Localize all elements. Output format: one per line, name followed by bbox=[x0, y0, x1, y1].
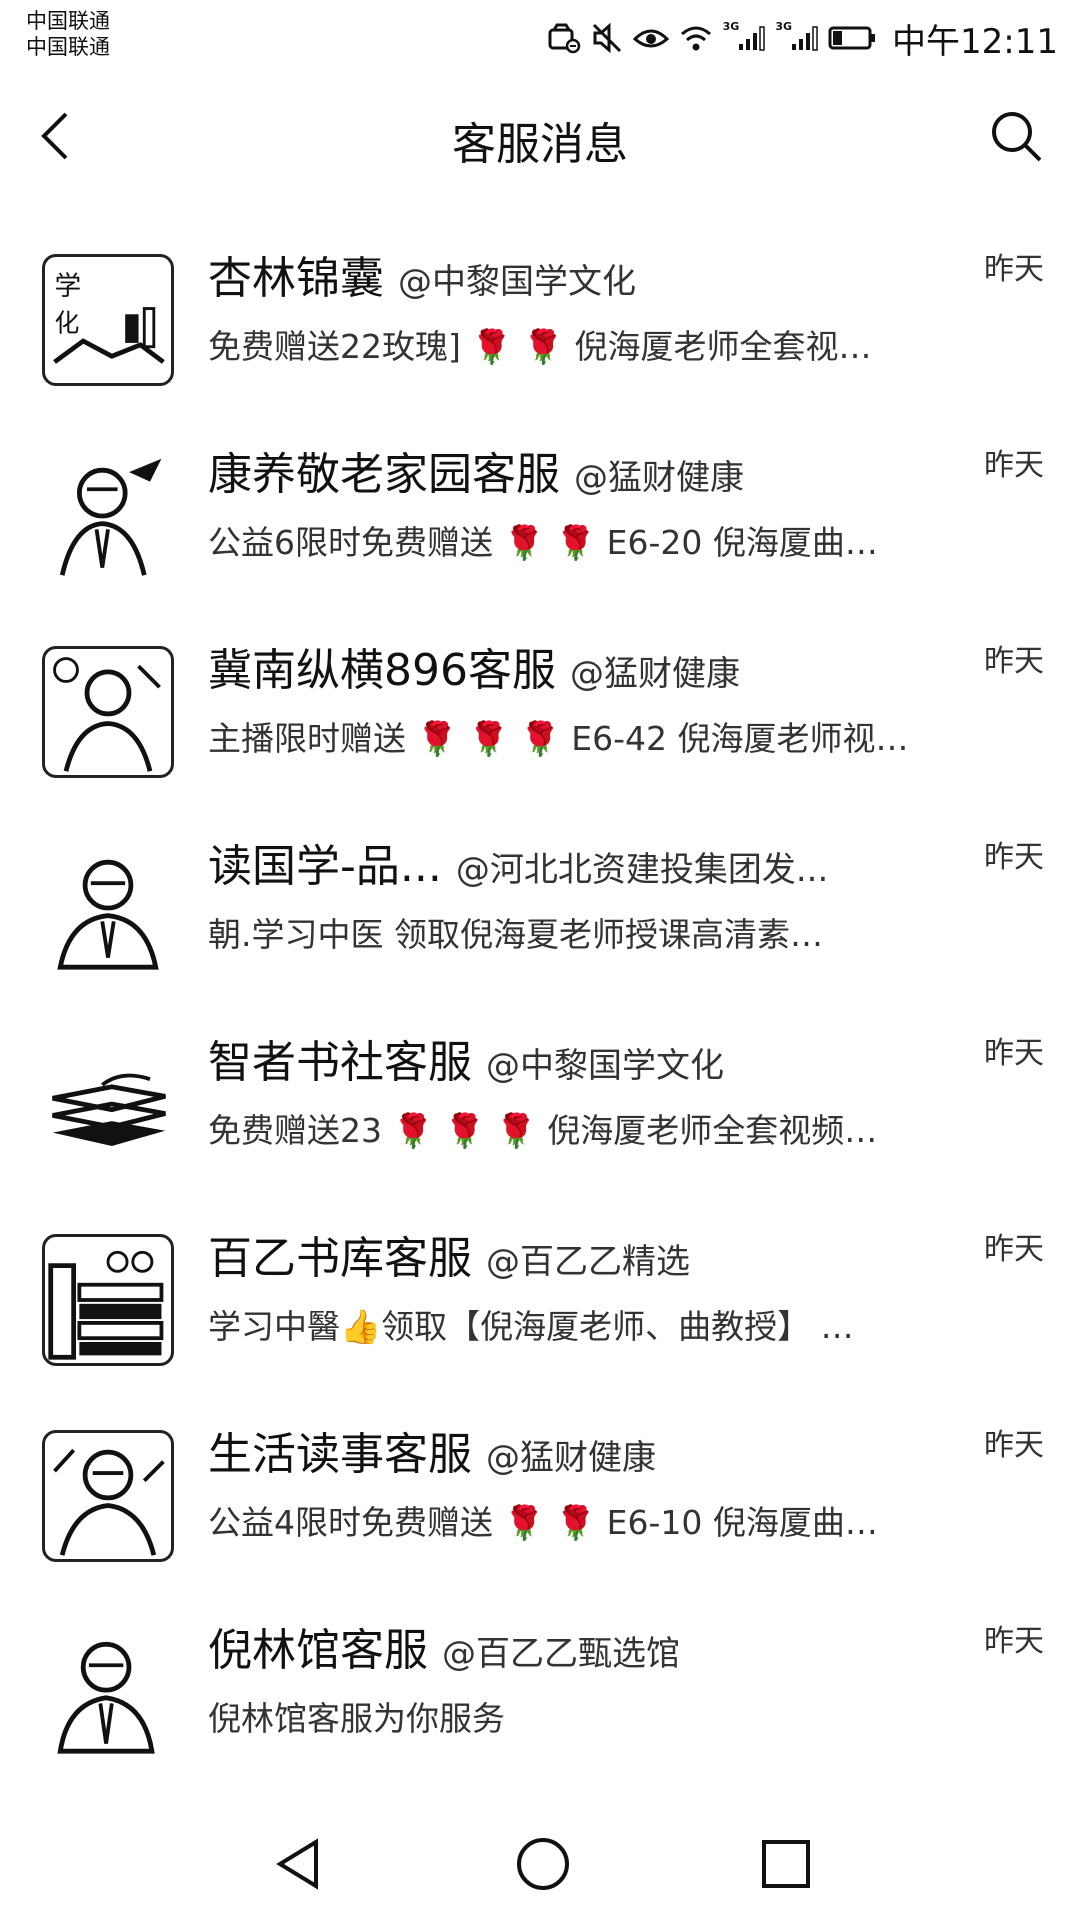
contact-source: @百乙乙甄选馆 bbox=[442, 1634, 680, 1674]
carrier-1: 中国联通 bbox=[26, 9, 110, 33]
teacher-portrait-avatar bbox=[42, 1430, 174, 1562]
message-item[interactable]: 百乙书库客服 @百乙乙精选 学习中醫👍领取【倪海厦老师、曲教授】 … 昨天 bbox=[0, 1196, 1080, 1392]
contact-source: @河北北资建投集团发... bbox=[455, 850, 829, 890]
message-item[interactable]: 学化 杏林锦囊 @中黎国学文化 免费赠送22玫瑰] 🌹 🌹 倪海厦老师全套视… … bbox=[0, 216, 1080, 412]
battery-icon bbox=[828, 24, 876, 52]
eye-comfort-icon bbox=[632, 23, 669, 53]
teacher-portrait-avatar bbox=[42, 646, 174, 778]
teacher-portrait-avatar bbox=[42, 1626, 174, 1758]
message-time: 昨天 bbox=[984, 840, 1044, 875]
svg-text:化: 化 bbox=[55, 308, 80, 337]
contact-source: @中黎国学文化 bbox=[486, 1046, 724, 1086]
book-stack-avatar bbox=[42, 1234, 174, 1366]
message-list: 学化 杏林锦囊 @中黎国学文化 免费赠送22玫瑰] 🌹 🌹 倪海厦老师全套视… … bbox=[0, 216, 1080, 1784]
signal-icon-2: 3G bbox=[775, 20, 818, 52]
message-time: 昨天 bbox=[984, 1624, 1044, 1659]
contact-source: @猛财健康 bbox=[574, 458, 744, 498]
contact-name: 百乙书库客服 bbox=[208, 1233, 472, 1284]
status-bar: 中国联通 中国联通 3G 3G 中午12:11 bbox=[0, 0, 1080, 76]
search-button[interactable] bbox=[986, 106, 1046, 166]
contact-source: @中黎国学文化 bbox=[398, 262, 636, 302]
message-preview: 免费赠送22玫瑰] 🌹 🌹 倪海厦老师全套视… bbox=[208, 327, 872, 366]
message-preview: 免费赠送23 🌹 🌹 🌹 倪海厦老师全套视频… bbox=[208, 1111, 878, 1150]
contact-source: @猛财健康 bbox=[486, 1438, 656, 1478]
message-item[interactable]: 智者书社客服 @中黎国学文化 免费赠送23 🌹 🌹 🌹 倪海厦老师全套视频… 昨… bbox=[0, 1000, 1080, 1196]
contact-name: 智者书社客服 bbox=[208, 1037, 472, 1088]
teacher-portrait-avatar bbox=[42, 842, 174, 974]
message-item[interactable]: 读国学-品... @河北北资建投集团发... 朝.学习中医 领取倪海夏老师授课高… bbox=[0, 804, 1080, 1000]
teacher-portrait-avatar bbox=[42, 450, 174, 582]
page-title: 客服消息 bbox=[452, 119, 628, 170]
message-preview: 主播限时赠送 🌹 🌹 🌹 E6-42 倪海厦老师视… bbox=[208, 719, 909, 758]
message-preview: 朝.学习中医 领取倪海夏老师授课高清素… bbox=[208, 915, 823, 954]
system-nav-bar bbox=[0, 1800, 1080, 1920]
message-preview: 公益4限时免费赠送 🌹 🌹 E6-10 倪海厦曲… bbox=[208, 1503, 878, 1542]
svg-text:学: 学 bbox=[55, 271, 82, 302]
contact-name: 杏林锦囊 bbox=[208, 253, 384, 304]
message-preview: 学习中醫👍领取【倪海厦老师、曲教授】 … bbox=[208, 1307, 854, 1346]
message-item[interactable]: 生活读事客服 @猛财健康 公益4限时免费赠送 🌹 🌹 E6-10 倪海厦曲… 昨… bbox=[0, 1392, 1080, 1588]
message-item[interactable]: 康养敬老家园客服 @猛财健康 公益6限时免费赠送 🌹 🌹 E6-20 倪海厦曲…… bbox=[0, 412, 1080, 608]
status-time: 中午12:11 bbox=[892, 21, 1058, 62]
search-icon bbox=[992, 112, 1042, 162]
message-time: 昨天 bbox=[984, 1232, 1044, 1267]
book-calligraphy-avatar: 学化 bbox=[42, 254, 174, 386]
message-time: 昨天 bbox=[984, 1428, 1044, 1463]
nav-recent-button[interactable] bbox=[756, 1834, 816, 1894]
contact-name: 读国学-品... bbox=[208, 841, 442, 892]
message-time: 昨天 bbox=[984, 252, 1044, 287]
nav-back-icon bbox=[276, 1838, 318, 1890]
message-preview: 公益6限时免费赠送 🌹 🌹 E6-20 倪海厦曲… bbox=[208, 523, 878, 562]
message-preview: 倪林馆客服为你服务 bbox=[208, 1699, 505, 1738]
message-time: 昨天 bbox=[984, 448, 1044, 483]
lock-car-icon bbox=[547, 22, 581, 54]
contact-name: 生活读事客服 bbox=[208, 1429, 472, 1480]
message-time: 昨天 bbox=[984, 644, 1044, 679]
nav-home-button[interactable] bbox=[513, 1834, 573, 1894]
message-item[interactable]: 倪林馆客服 @百乙乙甄选馆 倪林馆客服为你服务 昨天 bbox=[0, 1588, 1080, 1784]
contact-name: 康养敬老家园客服 bbox=[208, 449, 560, 500]
mute-icon bbox=[591, 22, 623, 54]
nav-back-button[interactable] bbox=[270, 1834, 330, 1894]
contact-source: @猛财健康 bbox=[569, 654, 740, 694]
app-header: 客服消息 bbox=[0, 76, 1080, 206]
wifi-icon bbox=[679, 23, 713, 53]
contact-name: 倪林馆客服 bbox=[208, 1625, 428, 1676]
carrier-info: 中国联通 中国联通 bbox=[26, 8, 110, 60]
status-icons: 3G 3G 中午12:11 bbox=[547, 14, 1058, 62]
nav-home-icon bbox=[517, 1838, 569, 1890]
contact-name: 冀南纵横896客服 bbox=[208, 645, 556, 696]
carrier-2: 中国联通 bbox=[26, 35, 110, 59]
message-time: 昨天 bbox=[984, 1036, 1044, 1071]
message-item[interactable]: 冀南纵横896客服 @猛财健康 主播限时赠送 🌹 🌹 🌹 E6-42 倪海厦老师… bbox=[0, 608, 1080, 804]
nav-recent-icon bbox=[762, 1840, 810, 1888]
signal-icon-1: 3G bbox=[723, 20, 766, 52]
open-books-avatar bbox=[42, 1038, 174, 1170]
contact-source: @百乙乙精选 bbox=[486, 1242, 690, 1282]
